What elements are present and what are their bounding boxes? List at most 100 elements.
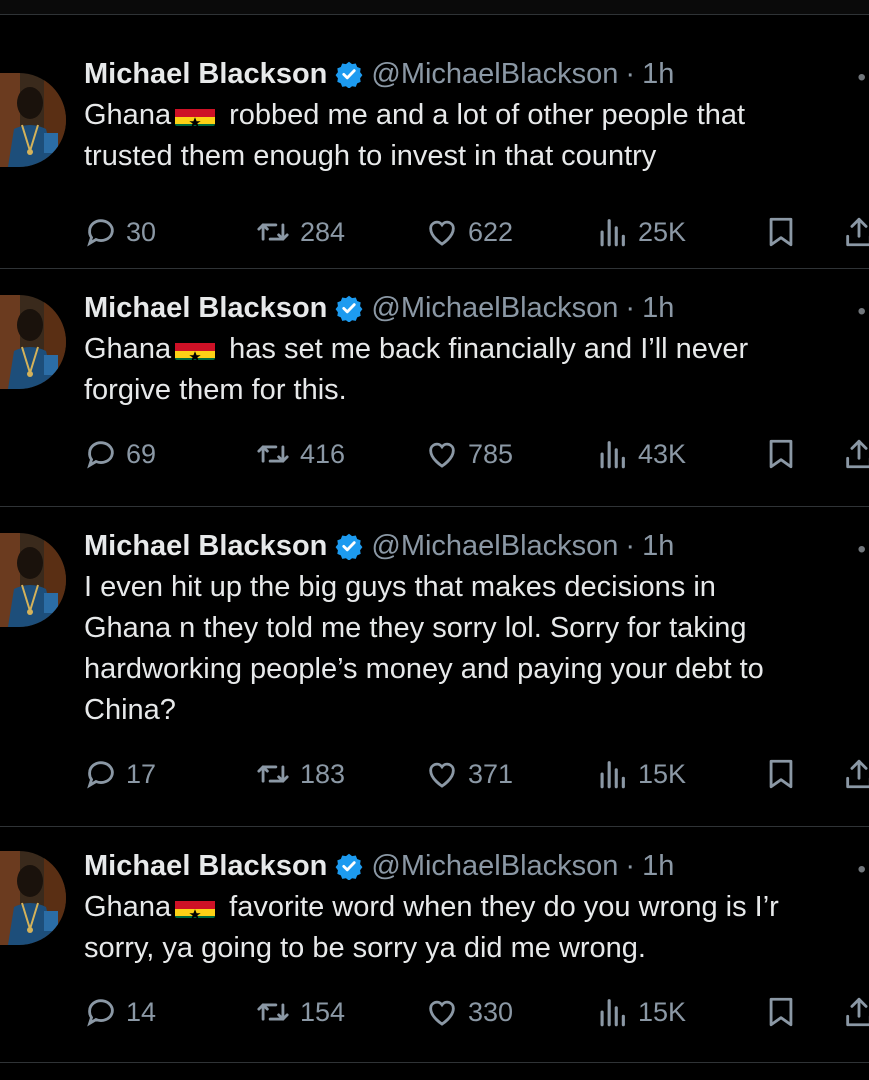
action-bar: 14 154 330 15K <box>84 990 869 1034</box>
tweet-header: Michael Blackson @MichaelBlackson · 1h <box>84 528 674 564</box>
like-icon <box>429 220 455 246</box>
share-button[interactable] <box>842 210 869 254</box>
timestamp[interactable]: 1h <box>642 528 674 564</box>
like-button[interactable]: 622 <box>424 210 513 254</box>
share-button[interactable] <box>842 990 869 1034</box>
tweet[interactable]: Michael Blackson @MichaelBlackson · 1h •… <box>0 506 869 827</box>
separator-dot: · <box>625 292 636 324</box>
separator-dot: · <box>625 850 636 882</box>
views-icon <box>600 441 625 469</box>
tweet[interactable]: Michael Blackson @MichaelBlackson · 1h •… <box>0 268 869 507</box>
ghana-flag-icon <box>175 895 216 918</box>
share-icon <box>846 439 869 469</box>
action-bar: 69 416 785 43K <box>84 432 869 476</box>
views-icon <box>600 999 625 1027</box>
more-icon[interactable]: • • <box>858 64 869 92</box>
display-name[interactable]: Michael Blackson <box>84 848 327 884</box>
bookmark-icon <box>769 759 793 789</box>
tweet-header: Michael Blackson @MichaelBlackson · 1h <box>84 848 674 884</box>
share-icon <box>846 759 869 789</box>
repost-button[interactable]: 183 <box>254 752 345 796</box>
views-button[interactable]: 15K <box>594 752 686 796</box>
repost-button[interactable]: 284 <box>254 210 345 254</box>
views-count: 43K <box>638 438 687 469</box>
reply-count: 69 <box>126 438 157 469</box>
tweet-header: Michael Blackson @MichaelBlackson · 1h <box>84 290 674 326</box>
like-button[interactable]: 785 <box>424 432 513 476</box>
timestamp[interactable]: 1h <box>642 290 674 326</box>
ghana-flag-icon <box>175 337 216 360</box>
tweet-text-start: Ghana <box>84 99 172 131</box>
reply-icon <box>87 219 114 247</box>
bookmark-button[interactable] <box>764 752 806 796</box>
avatar[interactable] <box>0 533 66 627</box>
user-handle[interactable]: @MichaelBlackson <box>371 56 618 92</box>
reply-count: 14 <box>126 996 157 1027</box>
tweet-text-rest: I even hit up the big guys that makes de… <box>84 571 764 726</box>
user-handle[interactable]: @MichaelBlackson <box>371 528 618 564</box>
tweet-text-start: Ghana <box>84 891 172 923</box>
repost-button[interactable]: 416 <box>254 432 345 476</box>
repost-icon <box>257 223 289 241</box>
views-count: 15K <box>638 758 687 789</box>
views-icon <box>600 219 625 247</box>
display-name[interactable]: Michael Blackson <box>84 290 327 326</box>
share-button[interactable] <box>842 752 869 796</box>
like-icon <box>429 762 455 788</box>
tweet-text: Ghana has set me back financially and I’… <box>84 329 869 411</box>
separator-dot: · <box>625 58 636 90</box>
reply-icon <box>87 761 114 789</box>
verified-badge-icon <box>335 533 363 560</box>
reply-button[interactable]: 17 <box>84 752 156 796</box>
bookmark-icon <box>769 217 793 247</box>
reply-count: 17 <box>126 758 157 789</box>
like-button[interactable]: 371 <box>424 752 513 796</box>
tweet[interactable]: Michael Blackson @MichaelBlackson · 1h •… <box>0 16 869 269</box>
repost-count: 416 <box>300 438 346 469</box>
reply-icon <box>87 441 114 469</box>
verified-badge-icon <box>335 853 363 880</box>
views-button[interactable]: 25K <box>594 210 686 254</box>
avatar[interactable] <box>0 73 66 167</box>
tweet[interactable]: Michael Blackson @MichaelBlackson · 1h •… <box>0 826 869 1063</box>
like-button[interactable]: 330 <box>424 990 513 1034</box>
repost-icon <box>257 445 289 463</box>
more-icon[interactable]: • • <box>858 536 869 564</box>
bookmark-button[interactable] <box>764 210 806 254</box>
share-icon <box>846 217 869 247</box>
bookmark-button[interactable] <box>764 990 806 1034</box>
like-count: 785 <box>468 438 514 469</box>
avatar[interactable] <box>0 851 66 945</box>
repost-button[interactable]: 154 <box>254 990 345 1034</box>
display-name[interactable]: Michael Blackson <box>84 528 327 564</box>
top-edge-divider <box>0 0 869 15</box>
tweet-text: Ghana favorite word when they do you wro… <box>84 887 869 969</box>
repost-icon <box>257 765 289 783</box>
avatar[interactable] <box>0 295 66 389</box>
views-button[interactable]: 15K <box>594 990 686 1034</box>
like-count: 622 <box>468 216 514 247</box>
reply-button[interactable]: 30 <box>84 210 156 254</box>
share-button[interactable] <box>842 432 869 476</box>
like-icon <box>429 1000 455 1026</box>
action-bar: 30 284 622 25K <box>84 210 869 254</box>
verified-badge-icon <box>335 295 363 322</box>
more-icon[interactable]: • • <box>858 856 869 884</box>
timestamp[interactable]: 1h <box>642 848 674 884</box>
reply-button[interactable]: 69 <box>84 432 156 476</box>
user-handle[interactable]: @MichaelBlackson <box>371 848 618 884</box>
views-count: 15K <box>638 996 687 1027</box>
reply-count: 30 <box>126 216 157 247</box>
bookmark-button[interactable] <box>764 432 806 476</box>
timestamp[interactable]: 1h <box>642 56 674 92</box>
share-icon <box>846 997 869 1027</box>
display-name[interactable]: Michael Blackson <box>84 56 327 92</box>
views-button[interactable]: 43K <box>594 432 686 476</box>
like-count: 371 <box>468 758 514 789</box>
repost-count: 284 <box>300 216 346 247</box>
user-handle[interactable]: @MichaelBlackson <box>371 290 618 326</box>
tweet-text: I even hit up the big guys that makes de… <box>84 567 869 731</box>
repost-icon <box>257 1003 289 1021</box>
reply-button[interactable]: 14 <box>84 990 156 1034</box>
more-icon[interactable]: • • <box>858 298 869 326</box>
